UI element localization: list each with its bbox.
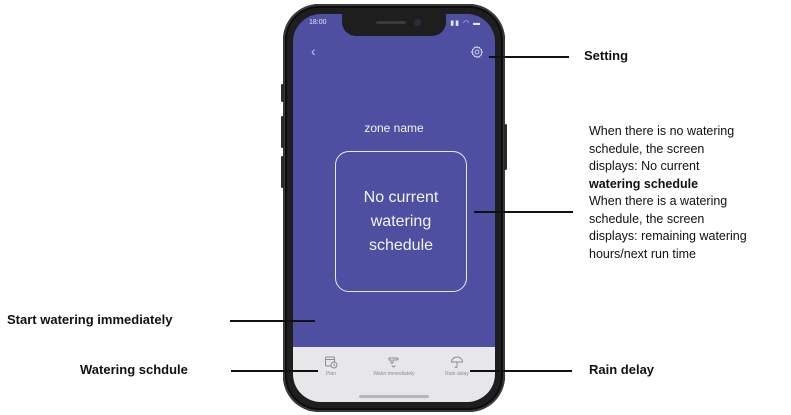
setting-annotation: Setting (584, 48, 629, 63)
tab-rain-delay[interactable]: Rain delay (427, 355, 487, 377)
description-line: watering schedule (589, 176, 699, 191)
description-line: displays: remaining watering (589, 229, 747, 243)
status-time: 18:00 (309, 19, 327, 26)
setting-pointer-line (489, 56, 569, 58)
watering-schedule-pointer-line (231, 370, 318, 372)
watering-schedule-annotation: Watering schdule (80, 362, 188, 377)
tab-label: Water immediately (373, 371, 415, 377)
status-icons: ▮▮ ◠ ▬ (450, 20, 481, 27)
tab-label: Plan (325, 371, 336, 377)
tab-plan[interactable]: Plan (301, 355, 361, 377)
schedule-line: No current (363, 188, 439, 206)
calendar-clock-icon (325, 356, 338, 369)
volume-down-button (281, 156, 284, 188)
faucet-icon (388, 357, 399, 368)
description-line: hours/next run time (589, 246, 696, 261)
start-watering-pointer-line (230, 320, 315, 322)
start-watering-annotation: Start watering immediately (7, 312, 173, 327)
tab-label: Rain delay (445, 371, 469, 377)
volume-up-button (281, 116, 284, 148)
umbrella-icon (450, 356, 464, 368)
notch (342, 14, 446, 36)
back-icon[interactable]: ‹ (311, 44, 323, 58)
schedule-description: When there is no watering schedule, the … (589, 123, 789, 263)
gear-icon[interactable] (470, 45, 484, 59)
home-indicator (359, 395, 429, 398)
zone-name: zone name (364, 121, 424, 135)
phone-frame: 18:00 ▮▮ ◠ ▬ ‹ zone name No current wate… (281, 4, 507, 412)
bottom-tab-bar: Plan Water immediately Rain delay (293, 347, 495, 402)
schedule-line: schedule (368, 236, 434, 254)
rain-delay-annotation: Rain delay (589, 362, 655, 377)
power-button (504, 124, 507, 170)
schedule-status-box: No current watering schedule (335, 151, 467, 292)
speaker-grille (376, 21, 406, 24)
rain-delay-pointer-line (470, 370, 572, 372)
schedule-status-text: No current watering schedule (346, 186, 456, 258)
mute-switch (281, 84, 284, 102)
description-line: When there is a watering (589, 194, 728, 208)
front-camera (414, 19, 421, 26)
schedule-line: watering (370, 212, 432, 230)
tab-water-immediately[interactable]: Water immediately (364, 355, 424, 377)
schedule-pointer-line (474, 211, 573, 213)
description-line: displays: No current (589, 159, 700, 173)
description-line: schedule, the screen (589, 141, 705, 156)
description-line: When there is no watering (589, 124, 735, 138)
description-line: schedule, the screen (589, 211, 705, 226)
app-screen: 18:00 ▮▮ ◠ ▬ ‹ zone name No current wate… (293, 14, 495, 402)
